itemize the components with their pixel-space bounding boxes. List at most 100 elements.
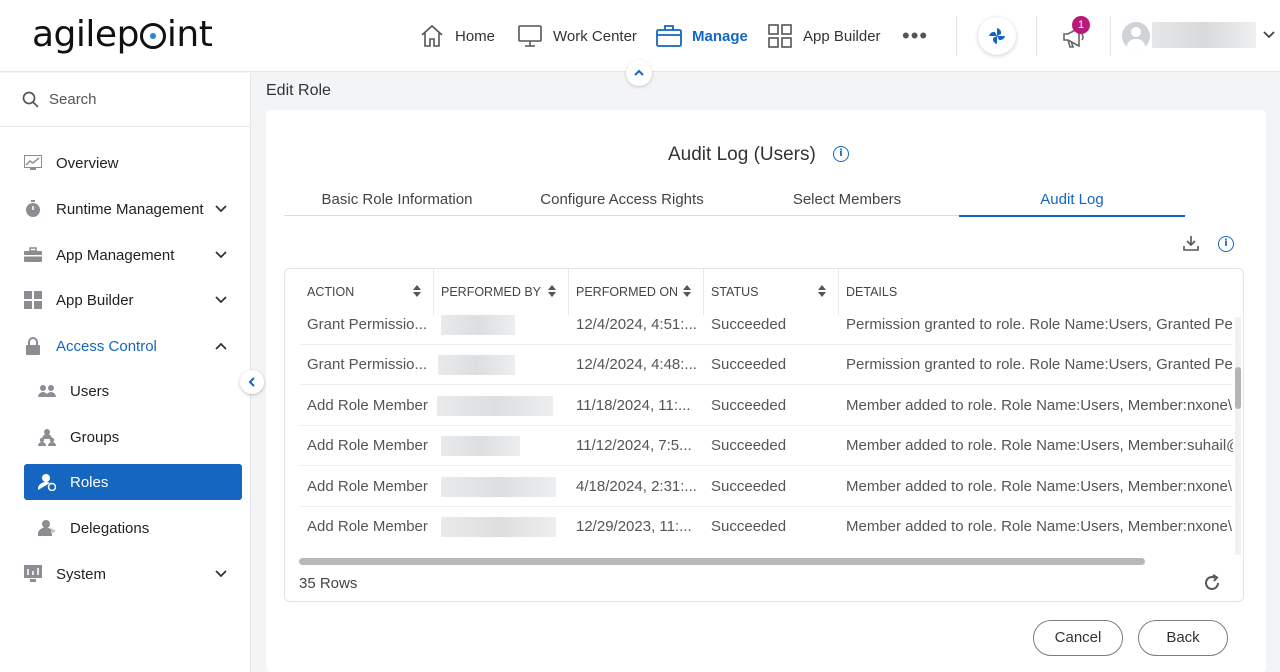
sidebar-item-label: Roles xyxy=(70,473,109,491)
cell-status: Succeeded xyxy=(711,356,787,373)
sidebar-item-app-management[interactable]: App Management xyxy=(24,237,242,273)
sort-icon xyxy=(818,285,826,297)
edit-role-card: Audit Log (Users) i Basic Role Informati… xyxy=(266,110,1266,672)
sidebar-item-overview[interactable]: Overview xyxy=(24,145,242,181)
cell-details: Member added to role. Role Name:Users, M… xyxy=(846,397,1233,414)
table-row[interactable]: Add Role Member 4/18/2024, 2:31:... Succ… xyxy=(299,467,1233,507)
performed-by-redacted xyxy=(441,517,556,537)
table-row[interactable]: Grant Permissio... 12/4/2024, 4:48:... S… xyxy=(299,345,1233,385)
vertical-scrollbar-thumb[interactable] xyxy=(1235,367,1241,409)
stopwatch-icon xyxy=(24,200,42,218)
ai-assistant-button[interactable] xyxy=(978,17,1016,55)
notification-badge: 1 xyxy=(1072,16,1090,34)
sidebar-item-roles[interactable]: Roles xyxy=(24,464,242,500)
nav-home[interactable]: Home xyxy=(419,22,495,50)
chevron-down-icon xyxy=(215,251,227,259)
cell-performed-on: 11/12/2024, 7:5... xyxy=(576,437,692,454)
nav-app-builder-label: App Builder xyxy=(803,27,881,45)
page-title: Edit Role xyxy=(266,82,331,99)
tab-select-members[interactable]: Select Members xyxy=(734,182,960,216)
cell-status: Succeeded xyxy=(711,518,787,535)
toolbox-icon xyxy=(24,246,42,264)
sidebar-item-system[interactable]: System xyxy=(24,556,242,592)
sidebar-item-label: App Builder xyxy=(56,291,134,309)
column-header-status[interactable]: STATUS xyxy=(703,269,838,315)
performed-by-redacted xyxy=(438,355,515,375)
vertical-scrollbar[interactable] xyxy=(1235,317,1241,555)
sidebar-item-label: Delegations xyxy=(70,519,150,537)
more-menu-icon[interactable]: ••• xyxy=(902,25,928,47)
back-button[interactable]: Back xyxy=(1138,620,1228,656)
sidebar-item-access-control[interactable]: Access Control xyxy=(24,328,242,364)
chevron-up-icon xyxy=(215,342,227,350)
table-body: Grant Permissio... 12/4/2024, 4:51:... S… xyxy=(285,315,1233,545)
divider xyxy=(1036,16,1037,56)
info-icon[interactable]: i xyxy=(1218,236,1234,252)
sidebar-item-delegations[interactable]: Delegations xyxy=(24,510,242,546)
pinwheel-icon xyxy=(989,28,1005,44)
avatar[interactable] xyxy=(1122,22,1150,50)
monitor-icon xyxy=(518,25,542,47)
user-name-redacted[interactable] xyxy=(1152,22,1256,48)
cell-action: Grant Permissio... xyxy=(307,316,428,333)
cell-details: Member added to role. Role Name:Users, M… xyxy=(846,478,1233,495)
agilepoint-logo[interactable]: agilep int xyxy=(32,14,213,55)
collapse-sidebar-button[interactable] xyxy=(240,370,264,394)
cell-performed-on: 12/4/2024, 4:51:... xyxy=(576,316,697,333)
column-header-performed-on[interactable]: PERFORMED ON xyxy=(568,269,703,315)
cell-details: Member added to role. Role Name:Users, M… xyxy=(846,518,1233,535)
briefcase-icon xyxy=(656,25,682,47)
grid-icon xyxy=(24,291,42,309)
chevron-down-icon xyxy=(215,205,227,213)
download-icon[interactable] xyxy=(1183,235,1199,251)
sidebar-item-label: Groups xyxy=(70,428,120,446)
search-placeholder: Search xyxy=(49,91,97,108)
sort-icon xyxy=(413,285,421,297)
tab-audit-log[interactable]: Audit Log xyxy=(959,182,1185,217)
audit-log-table: ACTION PERFORMED BY PERFORMED ON STATUS … xyxy=(284,268,1244,602)
tab-configure-access-rights[interactable]: Configure Access Rights xyxy=(509,182,735,216)
cancel-button[interactable]: Cancel xyxy=(1033,620,1123,656)
table-row[interactable]: Add Role Member 12/29/2023, 11:... Succe… xyxy=(299,507,1233,545)
cell-details: Permission granted to role. Role Name:Us… xyxy=(846,356,1233,373)
refresh-icon[interactable] xyxy=(1203,574,1221,592)
chevron-down-icon xyxy=(215,296,227,304)
sidebar-item-label: Runtime Management xyxy=(56,200,204,218)
sidebar-item-runtime-management[interactable]: Runtime Management xyxy=(24,191,242,227)
nav-work-center-label: Work Center xyxy=(553,27,637,45)
cell-status: Succeeded xyxy=(711,478,787,495)
column-header-performed-by[interactable]: PERFORMED BY xyxy=(433,269,568,315)
horizontal-scrollbar-thumb[interactable] xyxy=(299,558,1145,565)
cell-details: Permission granted to role. Role Name:Us… xyxy=(846,316,1233,333)
lock-icon xyxy=(24,337,42,355)
cell-action: Add Role Member xyxy=(307,478,428,495)
home-icon xyxy=(421,24,443,47)
users-icon xyxy=(38,382,56,400)
tab-basic-role-information[interactable]: Basic Role Information xyxy=(284,182,510,216)
collapse-header-button[interactable] xyxy=(626,60,652,86)
sidebar-item-app-builder[interactable]: App Builder xyxy=(24,282,242,318)
performed-by-redacted xyxy=(437,396,553,416)
sidebar-item-users[interactable]: Users xyxy=(24,373,242,409)
performed-by-redacted xyxy=(441,315,515,335)
sidebar-item-groups[interactable]: Groups xyxy=(24,419,242,455)
info-icon[interactable]: i xyxy=(833,146,849,162)
table-row[interactable]: Add Role Member 11/18/2024, 11:... Succe… xyxy=(299,386,1233,426)
table-row[interactable]: Grant Permissio... 12/4/2024, 4:51:... S… xyxy=(299,315,1233,345)
tab-bar: Basic Role Information Configure Access … xyxy=(284,182,1186,217)
chevron-down-icon[interactable] xyxy=(1262,28,1276,42)
nav-work-center[interactable]: Work Center xyxy=(517,22,637,50)
chart-icon xyxy=(24,154,42,172)
cell-status: Succeeded xyxy=(711,397,787,414)
cell-performed-on: 12/4/2024, 4:48:... xyxy=(576,356,697,373)
sidebar-search[interactable]: Search xyxy=(0,73,250,127)
column-header-details[interactable]: DETAILS xyxy=(838,269,1228,315)
row-count: 35 Rows xyxy=(299,575,358,592)
cell-performed-on: 12/29/2023, 11:... xyxy=(576,518,692,535)
nav-manage[interactable]: Manage xyxy=(656,22,748,50)
nav-app-builder[interactable]: App Builder xyxy=(767,22,881,50)
cell-performed-on: 11/18/2024, 11:... xyxy=(576,397,691,414)
table-row[interactable]: Add Role Member 11/12/2024, 7:5... Succe… xyxy=(299,426,1233,466)
chevron-down-icon xyxy=(215,570,227,578)
column-header-action[interactable]: ACTION xyxy=(299,269,433,315)
